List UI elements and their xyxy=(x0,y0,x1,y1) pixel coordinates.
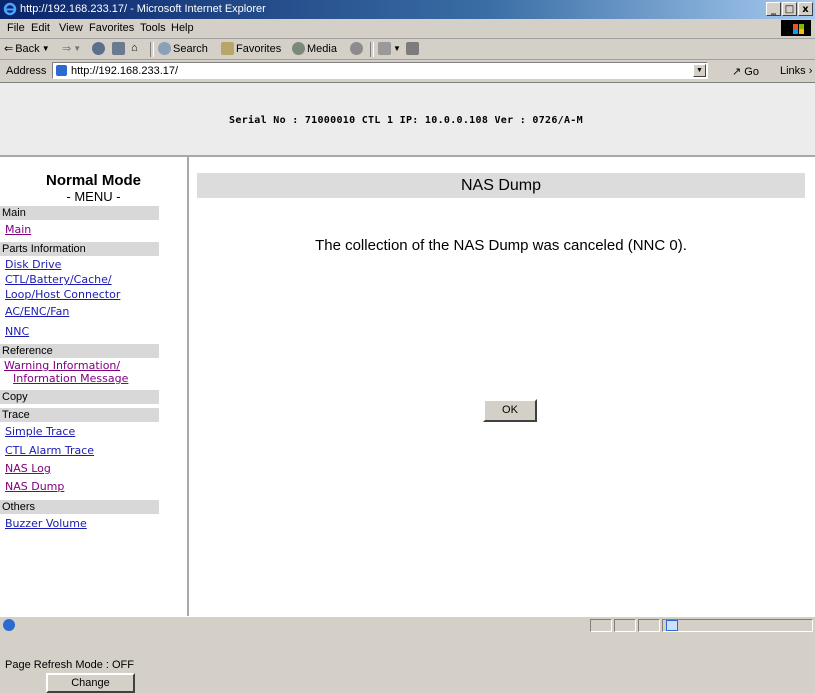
sidebar-link-nnc[interactable]: NNC xyxy=(5,325,29,338)
serial-info: Serial No : 71000010 CTL 1 IP: 10.0.0.10… xyxy=(229,115,583,126)
ie-status-icon xyxy=(3,619,15,631)
sidebar-link-information-message[interactable]: Information Message xyxy=(13,372,128,385)
status-cell xyxy=(638,619,660,632)
close-button[interactable]: x xyxy=(798,2,813,16)
mail-button[interactable]: ▼ xyxy=(378,42,401,55)
page-header: Serial No : 71000010 CTL 1 IP: 10.0.0.10… xyxy=(0,83,815,157)
ok-button[interactable]: OK xyxy=(483,399,537,422)
sidebar-menu: Normal Mode - MENU - Main Main Parts Inf… xyxy=(0,157,189,693)
window-title: http://192.168.233.17/ - Microsoft Inter… xyxy=(20,3,266,15)
stop-icon xyxy=(92,42,105,55)
page-icon xyxy=(56,65,67,76)
print-button[interactable] xyxy=(406,42,419,55)
sidebar-link-nas-dump[interactable]: NAS Dump xyxy=(5,480,64,493)
category-trace: Trace xyxy=(0,408,159,422)
sidebar-link-ctl-battery-cache[interactable]: CTL/Battery/Cache/ xyxy=(5,273,112,286)
dropdown-arrow-icon: ▼ xyxy=(73,44,82,53)
category-main: Main xyxy=(0,206,159,220)
home-icon: ⌂ xyxy=(131,42,138,54)
toolbar: ⇐ Back ▼ ⇒ ▼ ⌂ Search Favorites Media ▼ xyxy=(0,39,815,60)
window-title-bar: http://192.168.233.17/ - Microsoft Inter… xyxy=(0,0,815,19)
print-icon xyxy=(406,42,419,55)
intranet-zone-icon xyxy=(666,620,678,631)
refresh-icon xyxy=(112,42,125,55)
history-button[interactable] xyxy=(350,42,363,55)
search-button[interactable]: Search xyxy=(158,42,208,55)
page-title: NAS Dump xyxy=(197,173,805,198)
status-cell xyxy=(590,619,612,632)
menu-subtitle: - MENU - xyxy=(66,189,121,204)
media-icon xyxy=(292,42,305,55)
forward-arrow-icon: ⇒ xyxy=(62,43,72,55)
address-label: Address xyxy=(6,65,47,77)
back-arrow-icon: ⇐ xyxy=(4,43,14,55)
minimize-button[interactable]: _ xyxy=(766,2,781,16)
links-button[interactable]: Links › xyxy=(780,65,812,77)
maximize-button[interactable]: □ xyxy=(782,2,797,16)
sidebar-link-loop-host-connector[interactable]: Loop/Host Connector xyxy=(5,288,120,301)
sidebar-link-main[interactable]: Main xyxy=(5,223,31,236)
go-button[interactable]: ↗ Go xyxy=(732,65,759,78)
back-button[interactable]: ⇐ Back ▼ xyxy=(4,42,50,56)
toolbar-separator xyxy=(150,42,154,57)
favorites-button[interactable]: Favorites xyxy=(221,42,281,55)
category-copy: Copy xyxy=(0,390,159,404)
category-parts-information: Parts Information xyxy=(0,242,159,256)
address-bar: Address http://192.168.233.17/ ▼ ↗ Go Li… xyxy=(0,60,815,83)
go-arrow-icon: ↗ xyxy=(732,66,742,78)
page-content: Serial No : 71000010 CTL 1 IP: 10.0.0.10… xyxy=(0,83,815,693)
menu-favorites[interactable]: Favorites xyxy=(89,22,134,34)
menu-view[interactable]: View xyxy=(59,22,83,34)
stop-button[interactable] xyxy=(92,42,105,55)
forward-button[interactable]: ⇒ ▼ xyxy=(62,42,81,55)
sidebar-link-buzzer-volume[interactable]: Buzzer Volume xyxy=(5,517,87,530)
toolbar-separator xyxy=(370,42,374,57)
page-refresh-mode: Page Refresh Mode : OFF xyxy=(5,659,134,671)
mode-title: Normal Mode xyxy=(45,172,141,189)
menu-help[interactable]: Help xyxy=(171,22,194,34)
category-others: Others xyxy=(0,500,159,514)
ie-logo-icon xyxy=(3,2,17,16)
refresh-button[interactable] xyxy=(112,42,125,55)
dropdown-arrow-icon: ▼ xyxy=(41,44,50,53)
history-icon xyxy=(350,42,363,55)
sidebar-link-warning-information[interactable]: Warning Information/ xyxy=(4,359,120,372)
menu-bar: File Edit View Favorites Tools Help xyxy=(0,19,815,39)
sidebar-link-ctl-alarm-trace[interactable]: CTL Alarm Trace xyxy=(5,444,94,457)
menu-file[interactable]: File xyxy=(7,22,25,34)
address-input[interactable]: http://192.168.233.17/ ▼ xyxy=(52,62,708,79)
menu-edit[interactable]: Edit xyxy=(31,22,50,34)
change-refresh-button[interactable]: Change xyxy=(46,673,135,693)
sidebar-link-ac-enc-fan[interactable]: AC/ENC/Fan xyxy=(5,305,69,318)
home-button[interactable]: ⌂ xyxy=(131,42,138,54)
address-dropdown-icon[interactable]: ▼ xyxy=(693,64,706,77)
status-message: The collection of the NAS Dump was cance… xyxy=(315,237,687,254)
windows-logo-icon xyxy=(781,20,811,36)
media-button[interactable]: Media xyxy=(292,42,337,55)
mail-icon xyxy=(378,42,391,55)
category-reference: Reference xyxy=(0,344,159,358)
sidebar-link-disk-drive[interactable]: Disk Drive xyxy=(5,258,61,271)
dropdown-arrow-icon: ▼ xyxy=(393,44,401,53)
favorites-icon xyxy=(221,42,234,55)
main-panel: NAS Dump The collection of the NAS Dump … xyxy=(189,157,815,616)
status-bar xyxy=(0,616,815,634)
sidebar-link-nas-log[interactable]: NAS Log xyxy=(5,462,51,475)
sidebar-link-simple-trace[interactable]: Simple Trace xyxy=(5,425,75,438)
status-zone-cell xyxy=(662,619,813,632)
menu-tools[interactable]: Tools xyxy=(140,22,166,34)
search-icon xyxy=(158,42,171,55)
status-cell xyxy=(614,619,636,632)
